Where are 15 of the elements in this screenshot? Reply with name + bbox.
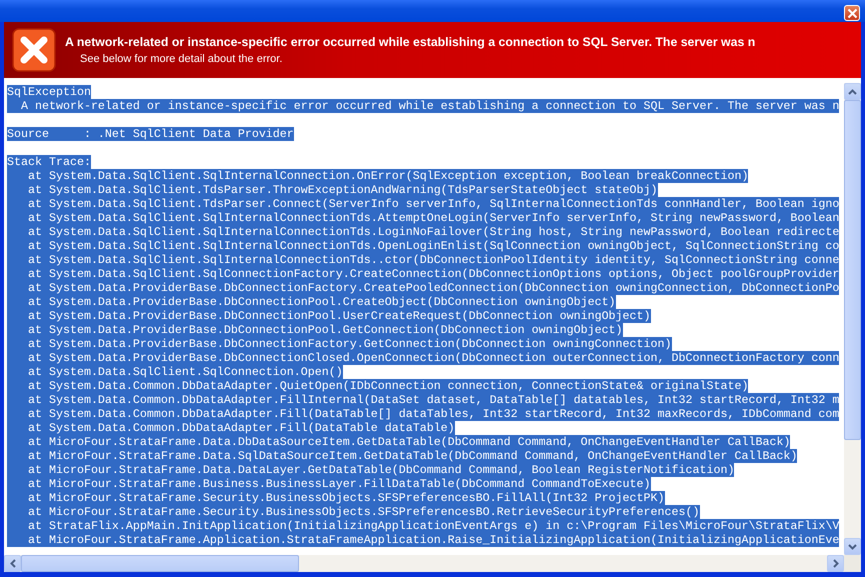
error-title: A network-related or instance-specific error occurred while establishing a connection to SQL Server. The server was n [65, 35, 756, 49]
resize-grip[interactable] [844, 555, 861, 572]
scroll-down-icon [848, 544, 857, 550]
error-icon [12, 28, 56, 72]
scroll-thumb[interactable] [844, 100, 861, 440]
error-subtitle: See below for more detail about the error. [79, 53, 284, 65]
close-icon [846, 8, 858, 18]
close-button[interactable] [844, 5, 860, 21]
vertical-scrollbar[interactable] [844, 83, 861, 555]
scroll-up-icon [848, 88, 857, 94]
scroll-right-icon [832, 559, 838, 568]
scroll-left-icon [10, 559, 16, 568]
scroll-thumb[interactable] [21, 555, 299, 572]
error-details-text: SqlException A network-related or instance-specific error occurred while establishing a connection to SQL Server. The server was n Source : .Net SqlClient Data Provider Stack Trace: at System.Data.SqlClient.SqlInternalConnection.OnError(SqlException exception, Boolean breakConnection) at System.Data.SqlClient.TdsParser.ThrowExceptionAndWarning(TdsParserStateObject stateObj) at System.Data.SqlClient.TdsParser.Connect(ServerInfo serverInfo, SqlInternalConnectionTds connHandler, Boolean igno at System.Data.SqlClient.SqlInternalConnectionTds.AttemptOneLogin(ServerInfo serverInfo, String newPassword, Boolean at System.Data.SqlClient.SqlInternalConnectionTds.LoginNoFailover(String host, String newPassword, Boolean redirecte at System.Data.SqlClient.SqlInternalConnectionTds.OpenLoginEnlist(SqlConnection owningObject, SqlConnectionString co at System.Data.SqlClient.SqlInternalConnectionTds..ctor(DbConnectionPoolIdentity identity, SqlConnectionString conne at System.Data.SqlClient.SqlConnectionFactory.CreateConnection(DbConnectionOptions options, Object poolGroupProvider at System.Data.ProviderBase.DbConnectionFactory.CreatePooledConnection(DbConnection owningConnection, DbConnectionPo at System.Data.ProviderBase.DbConnectionPool.CreateObject(DbConnection owningObject) at System.Data.ProviderBase.DbConnectionPool.UserCreateRequest(DbConnection owningObject) at System.Data.ProviderBase.DbConnectionPool.GetConnection(DbConnection owningObject) at System.Data.ProviderBase.DbConnectionFactory.GetConnection(DbConnection owningConnection) at System.Data.ProviderBase.DbConnectionClosed.OpenConnection(DbConnection outerConnection, DbConnectionFactory conn at System.Data.SqlClient.SqlConnection.Open() at System.Data.Common.DbDataAdapter.QuietOpen(IDbConnection connection, ConnectionState& originalState) at System.Data.Common.DbDataAdapter.FillInternal(DataSet dataset, DataTable[] datatables, Int32 startRecord, Int32 m at System.Data.Common.DbDataAdapter.Fill(DataTable[] dataTables, Int32 startRecord, Int32 maxRecords, IDbCommand com at System.Data.Common.DbDataAdapter.Fill(DataTable dataTable) at MicroFour.StrataFrame.Data.DbDataSourceItem.GetDataTable(DbCommand Command, OnChangeEventHandler CallBack) at MicroFour.StrataFrame.Data.SqlDataSourceItem.GetDataTable(DbCommand Command, OnChangeEventHandler CallBack) at MicroFour.StrataFrame.Data.DataLayer.GetDataTable(DbCommand Command, Boolean RegisterNotification) at MicroFour.StrataFrame.Business.BusinessLayer.FillDataTable(DbCommand CommandToExecute) at MicroFour.StrataFrame.Security.BusinessObjects.SFSPreferencesBO.FillAll(Int32 ProjectPK) at MicroFour.StrataFrame.Security.BusinessObjects.SFSPreferencesBO.RetrieveSecurityPreferences() at StrataFlix.AppMain.InitApplication(InitializingApplicationEventArgs e) in c:\Program Files\MicroFour\StrataFlix\V at MicroFour.StrataFrame.Application.StrataFrameApplication.Raise_InitializingApplication(InitializingApplicationEve [6, 84, 840, 549]
horizontal-scrollbar[interactable] [4, 555, 844, 572]
